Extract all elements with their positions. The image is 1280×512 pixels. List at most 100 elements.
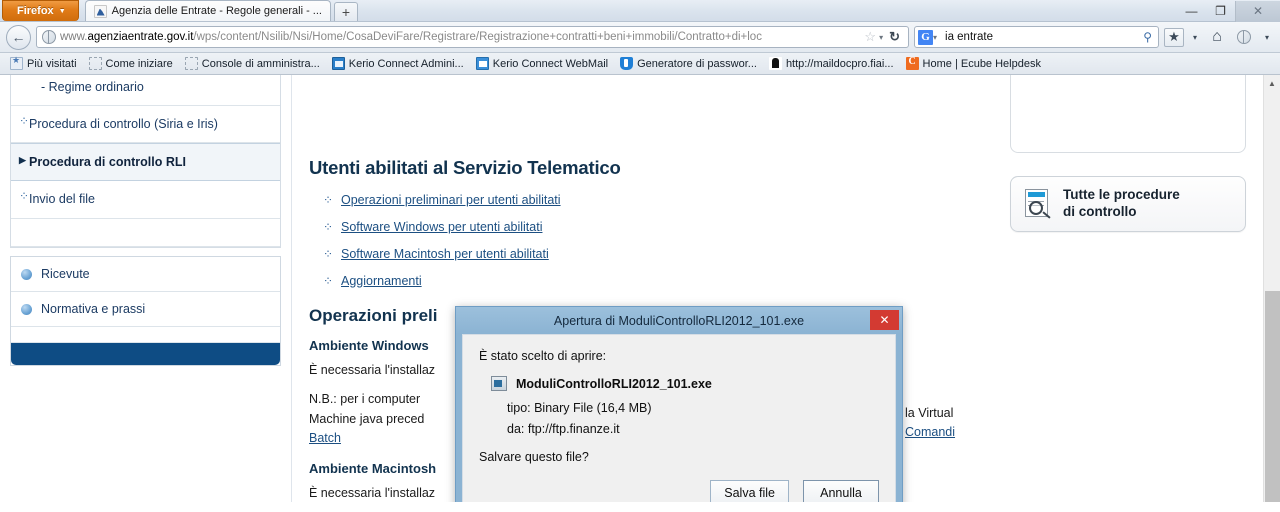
content-separator <box>291 75 292 502</box>
orb-icon <box>21 303 32 315</box>
bookmark-ecube-helpdesk[interactable]: Home | Ecube Helpdesk <box>900 56 1047 71</box>
bookmark-label: Più visitati <box>27 57 77 70</box>
star-icon <box>10 55 23 70</box>
globe-addon-icon[interactable] <box>1233 26 1255 48</box>
url-www: www. <box>60 31 88 43</box>
bookmark-label: Kerio Connect Admini... <box>348 57 464 70</box>
page-favicon-icon <box>93 4 107 18</box>
dialog-body: È stato scelto di aprire: ModuliControll… <box>462 334 896 502</box>
shield-icon <box>620 57 634 70</box>
close-icon[interactable]: ✕ <box>870 310 899 330</box>
dialog-file-type: tipo: Binary File (16,4 MB) <box>507 401 652 415</box>
bookmark-piu-visitati[interactable]: Più visitati <box>4 55 83 71</box>
sidebar-spacer <box>11 218 280 247</box>
sidebar-item-procedura-controllo-rli[interactable]: Procedura di controllo RLI <box>11 143 280 182</box>
reload-icon[interactable]: ↻ <box>886 29 903 45</box>
fragment-la-virtual: la Virtual <box>905 406 954 420</box>
dialog-lead-text: È stato scelto di aprire: <box>479 349 607 363</box>
sidebar-item-normativa-e-prassi[interactable]: Normativa e prassi <box>11 292 280 327</box>
sidebar-empty-row <box>11 327 280 343</box>
minimize-button[interactable]: — <box>1177 1 1206 22</box>
bookmark-star-icon[interactable]: ☆ <box>864 29 876 45</box>
list-item: Software Macintosh per utenti abilitati <box>323 247 909 261</box>
page-viewport: - Regime ordinario Procedura di controll… <box>0 75 1280 502</box>
browser-window: Firefox ▼ Agenzia delle Entrate - Regole… <box>0 0 1280 512</box>
home-icon[interactable]: ⌂ <box>1206 26 1228 48</box>
title-bar: Firefox ▼ Agenzia delle Entrate - Regole… <box>0 0 1280 22</box>
bookmark-come-iniziare[interactable]: Come iniziare <box>83 56 179 71</box>
maximize-button[interactable]: ❐ <box>1206 1 1235 22</box>
chevron-down-icon[interactable]: ▾ <box>1189 26 1201 48</box>
list-item: Software Windows per utenti abilitati <box>323 220 909 234</box>
link-software-windows[interactable]: Software Windows per utenti abilitati <box>341 220 542 234</box>
chevron-down-icon[interactable]: ▾ <box>879 33 883 42</box>
sidebar-footer-bar <box>11 342 280 365</box>
new-tab-button[interactable]: + <box>333 2 358 21</box>
dashed-placeholder-icon <box>88 57 102 70</box>
bookmark-label: Home | Ecube Helpdesk <box>922 57 1041 70</box>
dialog-title-bar: Apertura di ModuliControlloRLI2012_101.e… <box>456 307 902 334</box>
page-scrollbar[interactable]: ▲ <box>1263 75 1280 502</box>
sidebar-item-label: Procedura di controllo (Siria e Iris) <box>29 117 218 132</box>
link-operazioni-preliminari[interactable]: Operazioni preliminari per utenti abilit… <box>341 193 561 207</box>
save-file-button[interactable]: Salva file <box>710 480 789 502</box>
sidebar-item-procedura-siria-iris[interactable]: Procedura di controllo (Siria e Iris) <box>11 106 280 144</box>
bookmark-label: Kerio Connect WebMail <box>492 57 609 70</box>
sidebar-item-regime-ordinario[interactable]: - Regime ordinario <box>11 75 280 107</box>
download-dialog: Apertura di ModuliControlloRLI2012_101.e… <box>455 306 903 502</box>
scrollbar-thumb[interactable] <box>1265 291 1280 502</box>
google-icon[interactable]: G <box>918 29 933 45</box>
tab-title: Agenzia delle Entrate - Regole generali … <box>111 5 322 17</box>
ecube-icon <box>905 56 919 70</box>
sidebar-item-label: Normativa e prassi <box>41 301 146 316</box>
search-bar[interactable]: G ▾ ia entrate ⚲ <box>914 26 1159 48</box>
toolbar-overflow-icon[interactable]: ▾ <box>1260 26 1274 48</box>
cancel-button[interactable]: Annulla <box>803 480 879 502</box>
link-batch[interactable]: Batch <box>309 431 341 445</box>
language-box: Obrazec <box>1010 75 1246 153</box>
dialog-title: Apertura di ModuliControlloRLI2012_101.e… <box>553 313 805 328</box>
sidebar-item-ricevute[interactable]: Ricevute <box>11 257 280 292</box>
chevron-down-icon: ▼ <box>58 7 66 15</box>
list-item: Aggiornamenti <box>323 274 909 288</box>
dialog-file-row: ModuliControlloRLI2012_101.exe <box>491 376 879 391</box>
bookmark-kerio-connect-admin[interactable]: Kerio Connect Admini... <box>326 56 470 71</box>
sidebar-block-secondary: Ricevute Normativa e prassi <box>10 255 281 366</box>
close-window-button[interactable]: ✕ <box>1235 0 1280 22</box>
main-link-list: Operazioni preliminari per utenti abilit… <box>323 193 909 288</box>
sidebar-item-label: Procedura di controllo RLI <box>29 155 186 170</box>
url-bar-icons: ☆ ▾ ↻ <box>864 29 905 45</box>
paragraph-fragment-right: la Virtual Comandi <box>905 404 955 443</box>
globe-icon <box>42 30 56 44</box>
bookmark-console-amministrazione[interactable]: Console di amministra... <box>179 56 326 71</box>
kerio-icon <box>331 57 345 70</box>
link-software-macintosh[interactable]: Software Macintosh per utenti abilitati <box>341 247 549 261</box>
search-input[interactable]: ia entrate <box>937 31 1143 43</box>
bookmark-kerio-connect-webmail[interactable]: Kerio Connect WebMail <box>470 56 614 71</box>
tab-strip: Agenzia delle Entrate - Regole generali … <box>84 0 1280 21</box>
list-item: Operazioni preliminari per utenti abilit… <box>323 193 909 207</box>
navigation-toolbar: ← www.agenziaentrate.gov.it/wps/content/… <box>0 22 1280 53</box>
all-control-procedures-button[interactable]: Tutte le procedure di controllo <box>1010 176 1246 232</box>
search-icon[interactable]: ⚲ <box>1143 30 1155 44</box>
page-title: Utenti abilitati al Servizio Telematico <box>309 157 621 178</box>
sidebar-item-label: Invio del file <box>29 192 96 207</box>
back-button[interactable]: ← <box>6 24 31 50</box>
url-bar[interactable]: www.agenziaentrate.gov.it/wps/content/Ns… <box>36 26 909 48</box>
bookmarks-button[interactable]: ★ <box>1164 27 1184 47</box>
tab-agenzia-entrate[interactable]: Agenzia delle Entrate - Regole generali … <box>84 0 331 21</box>
bookmark-generatore-password[interactable]: Generatore di passwor... <box>614 56 763 71</box>
firefox-menu-label: Firefox <box>17 5 54 17</box>
firefox-menu-button[interactable]: Firefox ▼ <box>2 0 79 21</box>
sidebar-item-invio-del-file[interactable]: Invio del file <box>11 181 280 219</box>
link-comandi[interactable]: Comandi <box>905 425 955 439</box>
paragraph-nb-line1: N.B.: per i computer <box>309 392 421 407</box>
bookmark-maildocpro[interactable]: http://maildocpro.fiai... <box>763 56 900 71</box>
scroll-up-arrow-icon[interactable]: ▲ <box>1264 75 1280 92</box>
button-line-2: di controllo <box>1063 203 1137 219</box>
executable-file-icon <box>491 376 507 391</box>
bookmark-label: Console di amministra... <box>201 57 320 70</box>
url-host: agenziaentrate.gov.it <box>87 31 194 43</box>
document-search-icon <box>1023 188 1052 219</box>
link-aggiornamenti[interactable]: Aggiornamenti <box>341 274 422 288</box>
